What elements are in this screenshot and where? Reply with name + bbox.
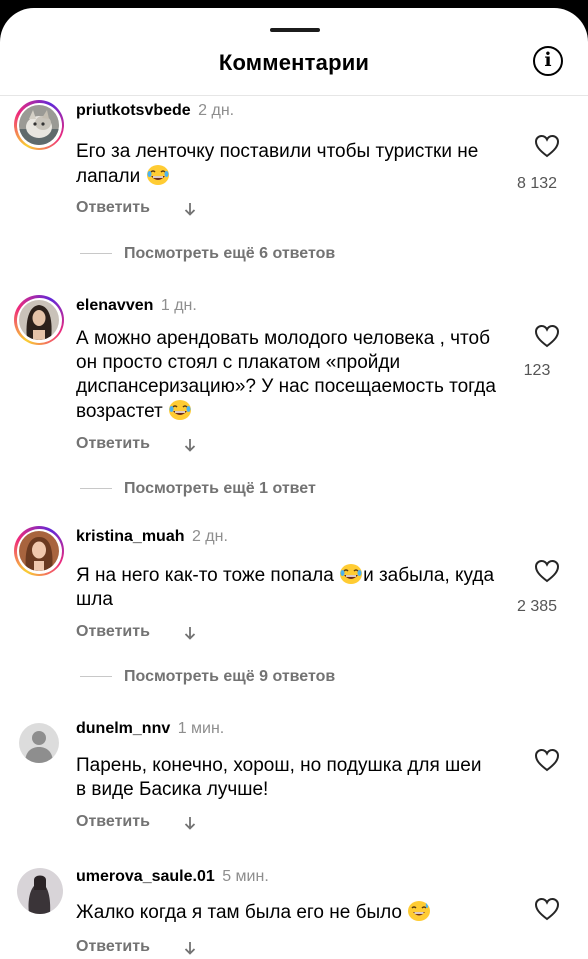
divider xyxy=(0,95,588,96)
reply-button[interactable]: Ответить xyxy=(76,938,150,956)
reply-button[interactable]: Ответить xyxy=(76,623,150,641)
username[interactable]: kristina_muah xyxy=(76,528,184,545)
like-count: 2 385 xyxy=(516,598,558,615)
comment-text: А можно арендовать молодого человека , ч… xyxy=(76,328,496,422)
view-more-replies[interactable]: Посмотреть ещё 9 ответов xyxy=(80,668,335,686)
comment-text: Я на него как-то тоже попала и забыла, к… xyxy=(76,564,495,610)
heart-icon[interactable] xyxy=(534,134,560,158)
arrow-down-icon[interactable] xyxy=(182,940,198,956)
arrow-down-icon[interactable] xyxy=(182,201,198,217)
laughing-face-icon xyxy=(340,564,363,584)
view-more-replies[interactable]: Посмотреть ещё 1 ответ xyxy=(80,480,316,498)
heart-icon[interactable] xyxy=(534,897,560,921)
avatar[interactable] xyxy=(14,100,64,150)
arrow-down-icon[interactable] xyxy=(182,815,198,831)
drag-handle[interactable] xyxy=(270,28,320,32)
page-title: Комментарии xyxy=(218,50,370,75)
avatar[interactable] xyxy=(14,295,64,345)
heart-icon[interactable] xyxy=(534,748,560,772)
heart-icon[interactable] xyxy=(534,324,560,348)
comment-time: 5 мин. xyxy=(222,868,269,885)
comment-text: Жалко когда я там была его не было xyxy=(76,900,496,925)
laughing-face-icon xyxy=(146,165,169,185)
comment-text: Его за ленточку поставили чтобы туристки… xyxy=(76,141,479,187)
avatar[interactable] xyxy=(14,866,64,916)
like-count: 8 132 xyxy=(516,175,558,192)
username[interactable]: elenavven xyxy=(76,297,153,314)
comment-time: 1 дн. xyxy=(160,297,197,314)
sweat-smile-icon xyxy=(408,901,431,921)
reply-button[interactable]: Ответить xyxy=(76,435,150,453)
username[interactable]: umerova_saule.01 xyxy=(76,868,215,885)
comment-time: 1 мин. xyxy=(177,720,225,737)
username[interactable]: dunelm_nnv xyxy=(76,720,170,737)
like-count: 123 xyxy=(523,362,551,379)
comment-text: Парень, конечно, хорош, но подушка для ш… xyxy=(76,755,482,800)
heart-icon[interactable] xyxy=(534,559,560,583)
view-more-replies[interactable]: Посмотреть ещё 6 ответов xyxy=(80,245,335,263)
reply-button[interactable]: Ответить xyxy=(76,199,150,217)
comment-time: 2 дн. xyxy=(198,102,235,119)
username[interactable]: priutkotsvbede xyxy=(76,102,191,119)
default-avatar-icon xyxy=(25,731,53,763)
reply-button[interactable]: Ответить xyxy=(76,813,150,831)
info-icon[interactable]: i xyxy=(533,46,563,76)
avatar[interactable] xyxy=(14,526,64,576)
avatar[interactable] xyxy=(14,718,64,768)
comments-sheet: Комментарии i priutkotsvbede 2 дн. Его з… xyxy=(0,8,588,959)
comment-time: 2 дн. xyxy=(191,528,228,545)
arrow-down-icon[interactable] xyxy=(182,437,198,453)
arrow-down-icon[interactable] xyxy=(182,625,198,641)
laughing-face-icon xyxy=(169,400,191,420)
